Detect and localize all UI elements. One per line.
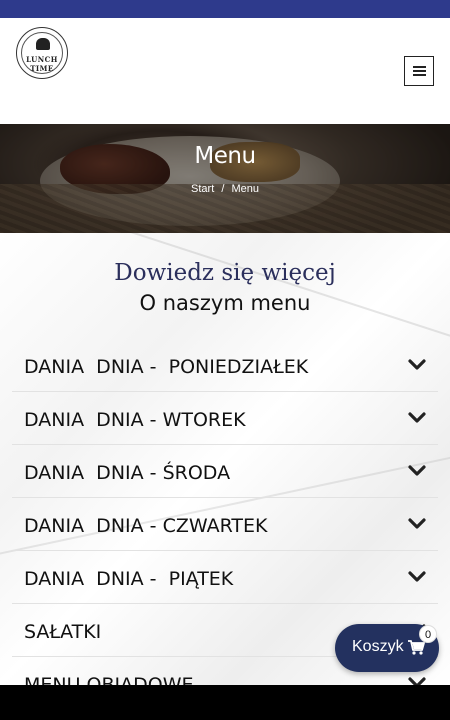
accordion-item-label: DANIA DNIA - PONIEDZIAŁEK — [24, 356, 309, 378]
accordion-item-tuesday[interactable]: DANIA DNIA - WTOREK — [12, 392, 438, 445]
chevron-down-icon[interactable] — [408, 518, 426, 530]
accordion-item-label: SAŁATKI — [24, 621, 102, 643]
chef-hat-icon — [36, 38, 50, 50]
bottom-system-bar — [0, 685, 450, 720]
page-title: Menu — [194, 143, 256, 169]
cart-icon — [408, 640, 425, 655]
menu-section: Dowiedz się więcej O naszym menu DANIA D… — [0, 233, 450, 685]
cart-label: Koszyk — [352, 638, 404, 655]
chevron-down-icon[interactable] — [408, 677, 426, 685]
accordion-item-wednesday[interactable]: DANIA DNIA - ŚRODA — [12, 445, 438, 498]
section-subtitle: Dowiedz się więcej — [114, 260, 336, 286]
accordion-item-label: DANIA DNIA - ŚRODA — [24, 462, 231, 484]
accordion-item-friday[interactable]: DANIA DNIA - PIĄTEK — [12, 551, 438, 604]
chevron-down-icon[interactable] — [408, 412, 426, 424]
accordion-item-label: DANIA DNIA - WTOREK — [24, 409, 246, 431]
top-accent-bar — [0, 0, 450, 18]
logo-text: LUNCH TIME — [26, 55, 58, 73]
accordion-item-label: MENU OBIADOWE — [24, 674, 194, 685]
accordion-item-label: DANIA DNIA - CZWARTEK — [24, 515, 268, 537]
site-header — [0, 18, 450, 124]
cart-count-badge: 0 — [419, 625, 437, 643]
accordion-item-label: DANIA DNIA - PIĄTEK — [24, 568, 234, 590]
hamburger-icon — [412, 66, 426, 76]
accordion-item-monday[interactable]: DANIA DNIA - PONIEDZIAŁEK — [12, 339, 438, 392]
chevron-down-icon[interactable] — [408, 465, 426, 477]
hero-overlay — [0, 124, 450, 233]
chevron-down-icon[interactable] — [408, 571, 426, 583]
breadcrumb: Start / Menu — [0, 183, 450, 195]
menu-toggle-button[interactable] — [404, 56, 434, 86]
site-logo[interactable]: LUNCH TIME — [16, 27, 68, 79]
breadcrumb-separator: / — [221, 183, 225, 195]
breadcrumb-home-link[interactable]: Start — [191, 183, 214, 195]
section-title: O naszym menu — [139, 291, 311, 315]
accordion-item-thursday[interactable]: DANIA DNIA - CZWARTEK — [12, 498, 438, 551]
hero-banner — [0, 124, 450, 233]
breadcrumb-current: Menu — [231, 183, 259, 195]
cart-button[interactable]: Koszyk 0 — [335, 624, 439, 672]
chevron-down-icon[interactable] — [408, 359, 426, 371]
